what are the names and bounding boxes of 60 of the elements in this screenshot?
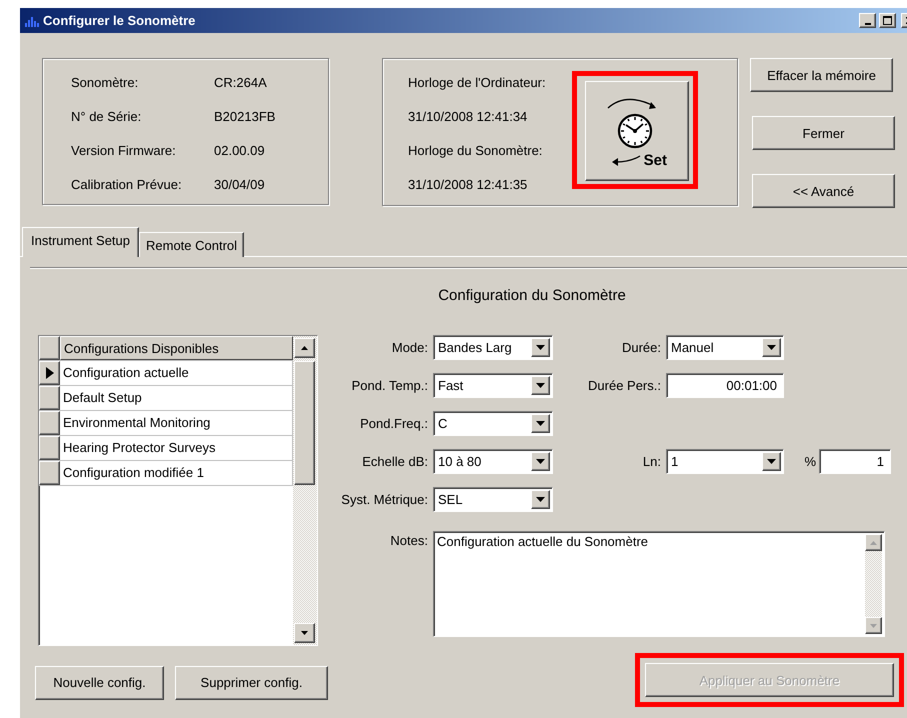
field-label: % <box>803 454 817 469</box>
app-icon <box>24 14 40 26</box>
field-label: Durée: <box>620 340 662 355</box>
minimize-button[interactable] <box>859 13 876 28</box>
field-label: Notes: <box>389 532 429 550</box>
scroll-thumb[interactable] <box>294 361 315 485</box>
field-label: Ln: <box>642 454 662 469</box>
column-header: Configurations Disponibles <box>60 336 293 360</box>
info-value: B20213FB <box>214 108 276 126</box>
clock-text: 31/10/2008 12:41:35 <box>408 176 528 194</box>
dropdown[interactable]: C <box>433 411 553 436</box>
clock-text: Horloge de l'Ordinateur: <box>408 74 546 92</box>
tab[interactable]: Remote Control <box>139 232 244 257</box>
clock-text: 31/10/2008 12:41:34 <box>408 108 528 126</box>
row-selector[interactable] <box>39 361 60 385</box>
dropdown[interactable]: 10 à 80 <box>433 449 553 474</box>
dropdown[interactable]: SEL <box>433 487 553 512</box>
dropdown[interactable]: Fast <box>433 373 553 398</box>
dropdown[interactable]: 1 <box>666 449 784 474</box>
scroll-down-icon[interactable] <box>294 623 315 643</box>
row-selector[interactable] <box>39 386 60 410</box>
dropdown[interactable]: Bandes Larg <box>433 335 553 360</box>
maximize-icon <box>883 16 892 25</box>
side-button[interactable]: Effacer la mémoire <box>750 58 893 92</box>
config-button[interactable]: Supprimer config. <box>175 666 328 700</box>
side-button[interactable]: Fermer <box>752 116 895 150</box>
row-pointer-icon <box>46 367 54 379</box>
field-label: Durée Pers.: <box>587 378 662 393</box>
info-label: Version Firmware: <box>71 142 177 160</box>
info-label: Calibration Prévue: <box>71 176 183 194</box>
row-selector[interactable] <box>39 461 60 485</box>
field-label: Syst. Métrique: <box>340 492 429 507</box>
field-label: Mode: <box>390 340 429 355</box>
field-label: Pond. Temp.: <box>350 378 429 393</box>
scrollbar[interactable] <box>293 336 317 645</box>
info-value: 02.00.09 <box>214 142 266 160</box>
info-value: CR:264A <box>214 74 268 92</box>
field-label: Echelle dB: <box>361 454 429 469</box>
input-field[interactable]: 00:01:00 <box>666 373 784 398</box>
maximize-button[interactable] <box>879 13 896 28</box>
config-button[interactable]: Nouvelle config. <box>35 666 164 700</box>
section-heading: Configuration du Sonomètre <box>438 287 626 304</box>
tab[interactable]: Instrument Setup <box>22 227 139 257</box>
notes-field[interactable]: Configuration actuelle du Sonomètre <box>433 531 885 637</box>
set-clock-button[interactable]: Set <box>584 81 689 181</box>
field-label: Pond.Freq.: <box>359 416 429 431</box>
window-title: Configurer le Sonomètre <box>43 13 196 28</box>
side-button[interactable]: << Avancé <box>752 174 895 208</box>
dropdown[interactable]: Manuel <box>666 335 784 360</box>
info-value: 30/04/09 <box>214 176 266 194</box>
info-label: Sonomètre: <box>71 74 140 92</box>
scroll-down-icon[interactable] <box>865 617 882 634</box>
scroll-up-icon[interactable] <box>294 338 315 358</box>
scroll-up-icon[interactable] <box>865 534 882 551</box>
clock-text: Horloge du Sonomètre: <box>408 142 544 160</box>
minimize-icon <box>864 22 870 24</box>
row-selector[interactable] <box>39 411 60 435</box>
info-label: N° de Série: <box>71 108 142 126</box>
row-selector[interactable] <box>39 436 60 460</box>
input-field[interactable]: 1 <box>819 449 891 474</box>
